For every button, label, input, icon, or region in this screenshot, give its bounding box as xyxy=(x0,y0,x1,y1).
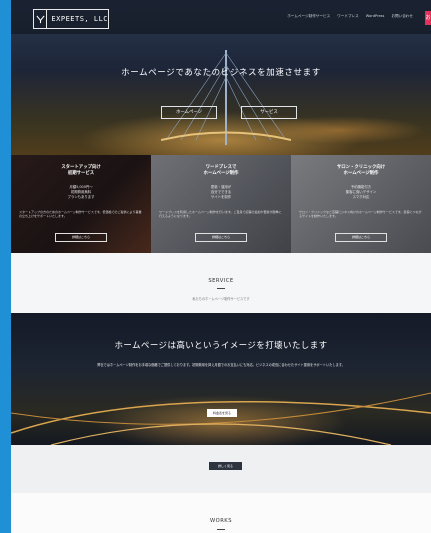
feature-panel-wordpress: ワードプレスで ホームページ制作 更新・運用が 自分でできる サイトを制作 ワー… xyxy=(151,155,291,253)
main-nav: ホームページ制作サービス ワードプレス WordPress お問い合わせ xyxy=(287,14,413,19)
feature-panel-startup: スタートアップ向け 初期サービス 月額5,000円〜 初期費用無料 プランもあり… xyxy=(11,155,151,253)
section-divider xyxy=(217,288,225,289)
service-title: SERVICE xyxy=(208,278,234,284)
logo-mark-icon xyxy=(34,10,48,28)
price-list-button[interactable]: 料金表を見る xyxy=(207,409,237,417)
price-banner-title: ホームページは高いというイメージを打壊いたします xyxy=(114,341,328,351)
contact-button[interactable]: お xyxy=(425,11,431,25)
hero-service-button[interactable]: サービス xyxy=(241,106,297,119)
nav-item-wordpress[interactable]: ワードプレス xyxy=(337,14,359,19)
feature-desc: ワードプレスを利用したホームページ制作を行います。ご自身で記事の追加や更新が簡単… xyxy=(159,210,282,219)
feature-detail-button[interactable]: 詳細はこちら xyxy=(195,233,247,242)
feature-title: ワードプレスで ホームページ制作 xyxy=(203,165,239,176)
feature-desc: サロン・クリニックなど店舗ビジネス向けのホームページ制作サービスです。集客につな… xyxy=(299,210,422,219)
site-header: EXPEETS, LLC ホームページ制作サービス ワードプレス WordPre… xyxy=(11,0,431,34)
feature-panel-salon: サロン・クリニック向け ホームページ制作 予約機能付き 集客に強いデザイン スマ… xyxy=(291,155,431,253)
feature-title: スタートアップ向け 初期サービス xyxy=(61,165,101,176)
section-divider xyxy=(217,529,225,530)
service-subtitle: 私たちのホームページ制作サービスです xyxy=(192,297,250,301)
hero-buttons: ホームページ サービス xyxy=(161,106,297,119)
hero-homepage-button[interactable]: ホームページ xyxy=(161,106,217,119)
price-banner: ホームページは高いというイメージを打壊いたします 弊社ではホームページ制作をお手… xyxy=(11,313,431,445)
nav-item-contact[interactable]: お問い合わせ xyxy=(391,14,413,19)
nav-item-wp[interactable]: WordPress xyxy=(366,14,385,19)
hero-title: ホームページであなたのビジネスを加速させます xyxy=(121,68,321,78)
more-button[interactable]: 詳しく見る xyxy=(209,462,242,470)
feature-title: サロン・クリニック向け ホームページ制作 xyxy=(336,165,386,176)
service-section: SERVICE 私たちのホームページ制作サービスです xyxy=(11,253,431,313)
feature-panels: スタートアップ向け 初期サービス 月額5,000円〜 初期費用無料 プランもあり… xyxy=(11,155,431,253)
bridge-illustration xyxy=(161,50,291,145)
feature-desc: スタートアップの方のためのホームページ制作サービスです。低価格でのご提供により事… xyxy=(19,210,142,219)
web-page: ホームページであなたのビジネスを加速させます ホームページ サービス EXPEE… xyxy=(11,0,431,533)
feature-lines: 予約機能付き 集客に強いデザイン スマホ対応 xyxy=(345,185,377,199)
site-logo[interactable]: EXPEETS, LLC xyxy=(33,9,109,29)
feature-detail-button[interactable]: 詳細はこちら xyxy=(335,233,387,242)
feature-lines: 月額5,000円〜 初期費用無料 プランもあります xyxy=(67,185,95,199)
feature-lines: 更新・運用が 自分でできる サイトを制作 xyxy=(210,185,232,199)
nav-item-homepage[interactable]: ホームページ制作サービス xyxy=(287,14,330,19)
works-title: WORKS xyxy=(209,518,232,524)
logo-text: EXPEETS, LLC xyxy=(51,15,108,23)
works-section: WORKS xyxy=(11,493,431,533)
more-strip: 詳しく見る xyxy=(11,445,431,493)
feature-detail-button[interactable]: 詳細はこちら xyxy=(55,233,107,242)
price-banner-text: 弊社ではホームページ制作をお手頃な価格でご提供しております。初期費用を抑え月額で… xyxy=(97,363,345,367)
